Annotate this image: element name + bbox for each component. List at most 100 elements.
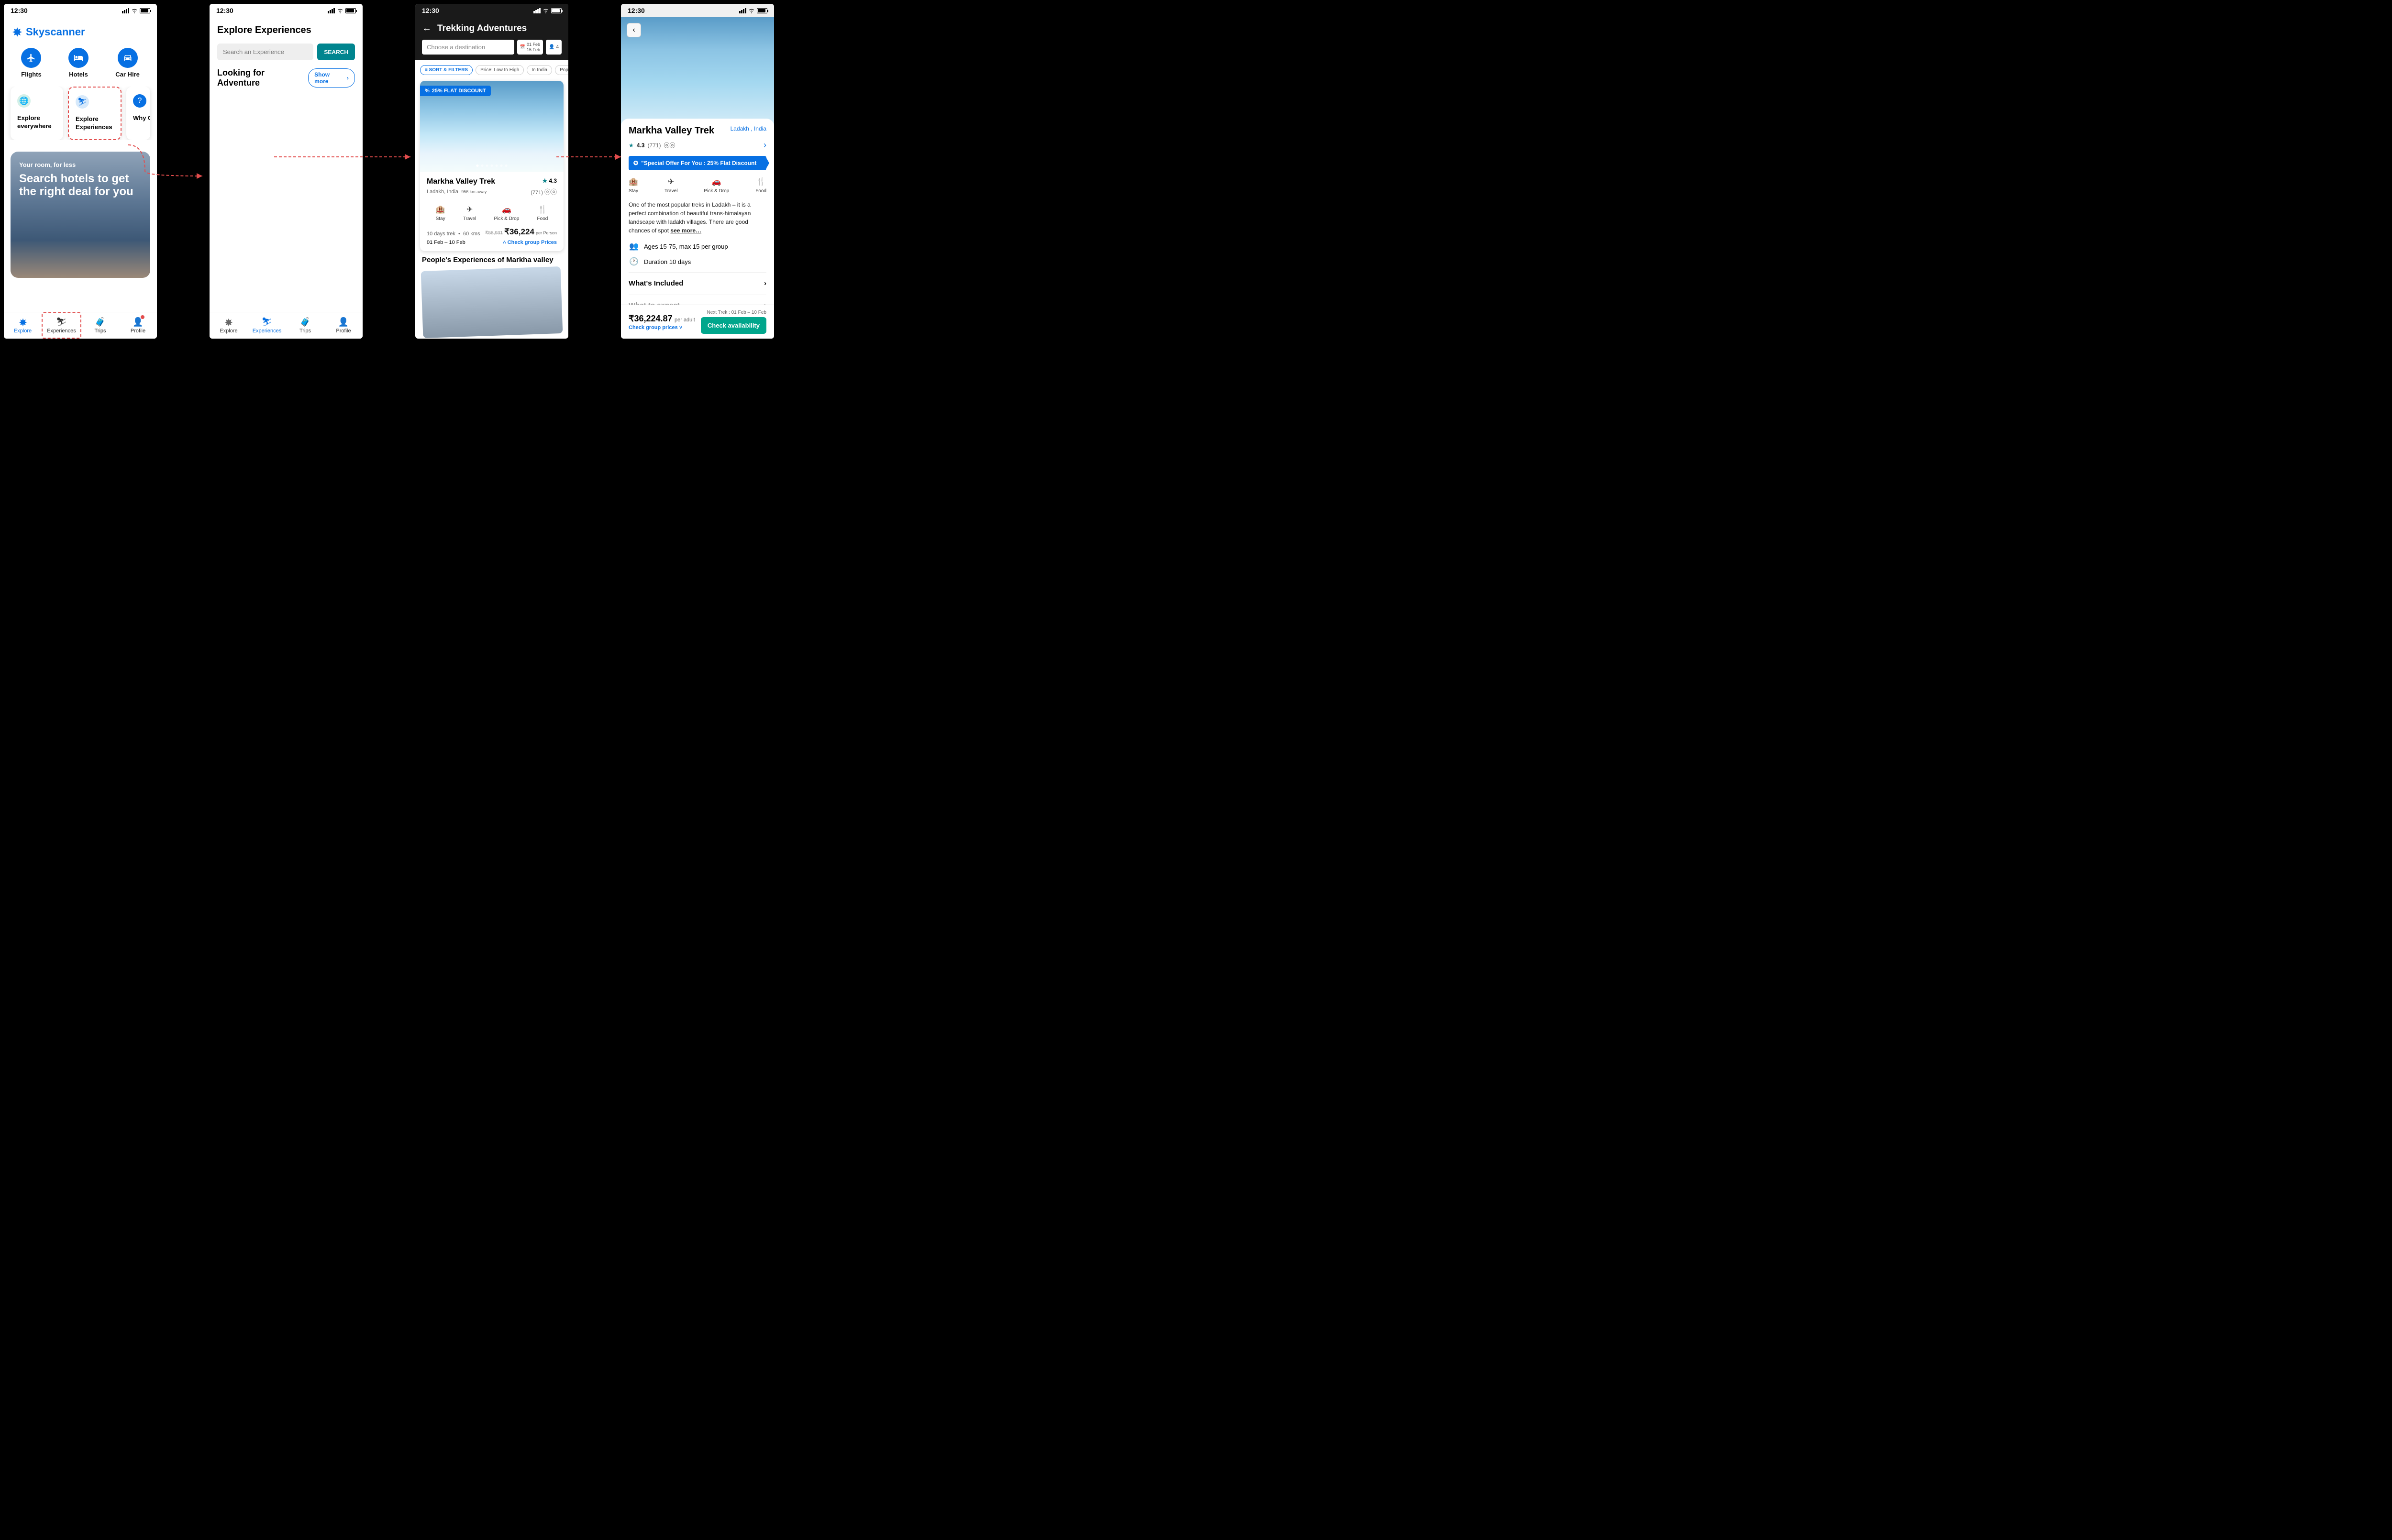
next-trek: Next Trek : 01 Feb – 10 Feb [707,310,766,315]
back-icon[interactable]: ← [422,23,432,34]
hero-hotels[interactable]: Your room, for less Search hotels to get… [11,152,150,278]
chip-popular[interactable]: Popular [555,65,568,75]
ski-icon: ⛷ [262,317,273,327]
wifi-icon [337,8,343,13]
screen-trek-detail: 12:30 ‹ Markha Valley Trek Ladakh , Indi… [621,4,774,339]
trek-location: Ladakh , India [731,125,766,132]
car-icon: 🚗 [712,177,721,187]
group-prices-link[interactable]: Check group prices ˅ [629,325,695,330]
amenity-food: 🍴Food [537,205,548,221]
check-availability-button[interactable]: Check availability [701,317,766,334]
tile-explore-everywhere[interactable]: 🌐 Explore everywhere [11,87,63,140]
info-ages: 👥Ages 15-75, max 15 per group [629,242,766,251]
amenity-stay: 🏨Stay [436,205,445,221]
amenity-pickdrop: 🚗Pick & Drop [704,177,729,194]
guest-picker[interactable]: 👤 4 [546,40,562,55]
ski-icon: ⛷ [56,317,67,327]
nav-experiences[interactable]: ⛷ Experiences [248,312,286,339]
nav-trips[interactable]: 🧳 Trips [81,312,119,339]
battery-icon [757,8,767,13]
footer-price: ₹36,224.87 [629,314,673,323]
tile-explore-experiences[interactable]: ⛷ Explore Experiences [68,87,122,140]
what-to-expect[interactable]: What to expect › [629,294,766,305]
page-title: Explore Experiences [210,17,363,44]
chevron-down-icon: ˅ [679,325,682,330]
bed-icon: 🏨 [629,177,638,187]
trek-image: % 25% FLAT DISCOUNT [420,81,564,172]
category-carhire[interactable]: Car Hire [115,48,140,78]
wifi-icon [543,8,549,13]
food-icon: 🍴 [538,205,547,214]
status-time: 12:30 [628,7,645,14]
chip-price[interactable]: Price: Low to High [476,65,524,75]
explore-icon [18,318,28,327]
notification-dot [141,315,144,319]
question-icon: ? [133,94,146,108]
show-more-button[interactable]: Show more › [308,68,355,88]
search-button[interactable]: SEARCH [317,44,355,60]
group-prices-link[interactable]: ˄Check group Prices [503,240,557,245]
tile-why-choose[interactable]: ? Why Choose Skyscanner [126,87,150,140]
battery-icon [345,8,356,13]
see-more-link[interactable]: see more… [670,227,701,234]
battery-icon [551,8,562,13]
status-bar: 12:30 [210,4,363,17]
bottom-nav: Explore ⛷ Experiences 🧳 Trips 👤 Profile [210,312,363,339]
amenity-pickdrop: 🚗Pick & Drop [494,205,520,221]
star-icon: ★ [543,177,548,184]
chevron-right-icon: › [764,279,766,287]
rating-row[interactable]: ★ 4.3 (771) ⓞⓞ › [629,140,766,150]
globe-icon: 🌐 [17,94,31,108]
trek-card-markha[interactable]: % 25% FLAT DISCOUNT Markha Valley Trek ★… [420,81,564,251]
booking-footer: ₹36,224.87 per adult Check group prices … [621,305,774,339]
status-bar: 12:30 [4,4,157,17]
skyscanner-icon [11,26,23,38]
card-rafting[interactable]: River rafting Rishikesh · Karnataka… Chi… [288,93,355,193]
screen-trekking-list: 12:30 ← Trekking Adventures Choose a des… [415,4,568,339]
bed-icon: 🏨 [436,205,445,214]
destination-input[interactable]: Choose a destination [422,40,514,55]
offer-banner: ✪ "Special Offer For You : 25% Flat Disc… [629,156,766,170]
plane-icon [26,53,36,63]
nav-explore[interactable]: Explore [4,312,42,339]
amenity-food: 🍴Food [755,177,766,194]
chevron-right-icon: › [347,75,349,81]
info-duration: 🕐Duration 10 days [629,257,766,266]
person-icon: 👤 [549,44,554,50]
search-input[interactable] [217,44,313,60]
chevron-left-icon: ‹ [632,26,635,34]
card-safari[interactable]: Jungle Safari Madhya Pradesh · … Peru · … [217,198,284,298]
signal-icon [739,8,746,13]
badge-icon: ✪ [633,160,638,166]
category-flights[interactable]: Flights [21,48,42,78]
star-icon: ★ [629,142,634,149]
card-trekking[interactable]: Trekking Shimla · Manali · Ladak… Peru ·… [217,93,284,193]
nav-profile[interactable]: 👤 Profile [119,312,157,339]
description: One of the most popular treks in Ladakh … [629,200,766,235]
nav-trips[interactable]: 🧳 Trips [286,312,324,339]
trek-title: Markha Valley Trek [427,177,495,186]
card-scuba[interactable]: Scuba Diving Karnataka · Gujrat · … Phil… [288,198,355,298]
user-photo[interactable] [421,266,563,338]
chip-sort-filters[interactable]: ≡ SORT & FILTERS [420,65,473,75]
amenity-stay: 🏨Stay [629,177,638,194]
bag-icon: 🧳 [95,317,105,327]
group-icon: 👥 [629,242,639,251]
brand-logo: Skyscanner [4,17,157,44]
chip-india[interactable]: In India [527,65,552,75]
food-icon: 🍴 [756,177,766,187]
back-button[interactable]: ‹ [627,23,641,37]
category-hotels[interactable]: Hotels [68,48,89,78]
nav-profile[interactable]: 👤 Profile [324,312,363,339]
date-picker[interactable]: 📅 01 Feb 15 Feb [517,40,543,55]
hero-image: ‹ [621,17,774,126]
chevron-up-icon: ˄ [503,240,506,245]
status-bar: 12:30 [415,4,568,17]
status-bar: 12:30 [621,4,774,17]
nav-experiences[interactable]: ⛷ Experiences [42,312,81,339]
ski-icon: ⛷ [76,95,89,109]
whats-included[interactable]: What's Included › [629,272,766,294]
percent-icon: % [425,88,430,94]
status-time: 12:30 [216,7,233,14]
nav-explore[interactable]: Explore [210,312,248,339]
